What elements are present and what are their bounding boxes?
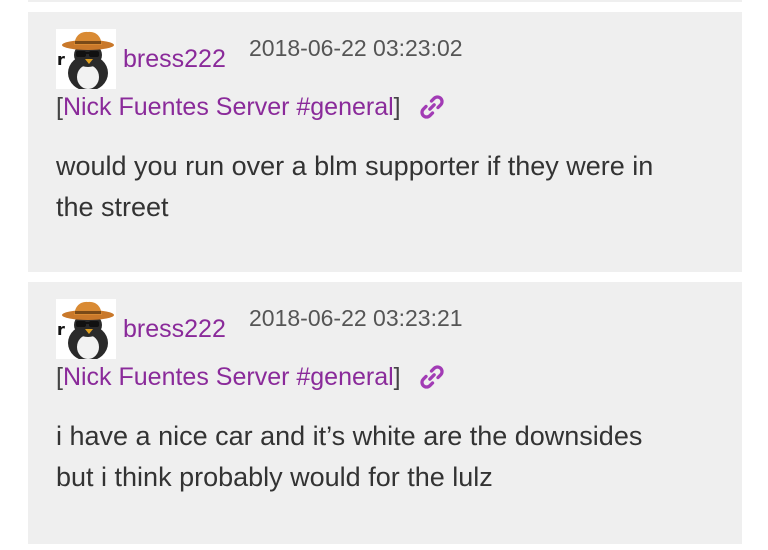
- channel-link[interactable]: Nick Fuentes Server #general: [63, 92, 394, 122]
- message-line: the street: [56, 192, 169, 222]
- link-icon[interactable]: [419, 94, 445, 120]
- message-text: i have a nice car and it’s white are the…: [56, 416, 716, 498]
- avatar[interactable]: r: [56, 29, 116, 89]
- bracket-close: ]: [393, 93, 401, 121]
- message-line: i have a nice car and it’s white are the…: [56, 421, 643, 451]
- message-line: but i think probably would for the lulz: [56, 462, 493, 492]
- message-text: would you run over a blm supporter if th…: [56, 146, 716, 228]
- timestamp: 2018-06-22 03:23:21: [249, 305, 463, 331]
- svg-text:r: r: [57, 320, 65, 339]
- message-card: r bress222 2018-06-22 03:23:02 [ Nick Fu…: [28, 12, 742, 272]
- message-card: r bress222 2018-06-22 03:23:21 [ Nick Fu…: [28, 282, 742, 544]
- timestamp: 2018-06-22 03:23:02: [249, 35, 463, 61]
- avatar[interactable]: r: [56, 299, 116, 359]
- message-feed: r bress222 2018-06-22 03:23:02 [ Nick Fu…: [0, 0, 768, 550]
- bracket-open: [: [56, 363, 63, 391]
- bracket-open: [: [56, 93, 63, 121]
- link-icon[interactable]: [419, 364, 445, 390]
- bracket-close: ]: [393, 363, 401, 391]
- username-link[interactable]: bress222: [123, 314, 226, 344]
- source-line: [ Nick Fuentes Server #general ]: [56, 362, 445, 392]
- previous-card-edge: [28, 0, 742, 2]
- message-line: would you run over a blm supporter if th…: [56, 151, 654, 181]
- channel-link[interactable]: Nick Fuentes Server #general: [63, 362, 394, 392]
- source-line: [ Nick Fuentes Server #general ]: [56, 92, 445, 122]
- svg-text:r: r: [57, 50, 65, 69]
- username-link[interactable]: bress222: [123, 44, 226, 74]
